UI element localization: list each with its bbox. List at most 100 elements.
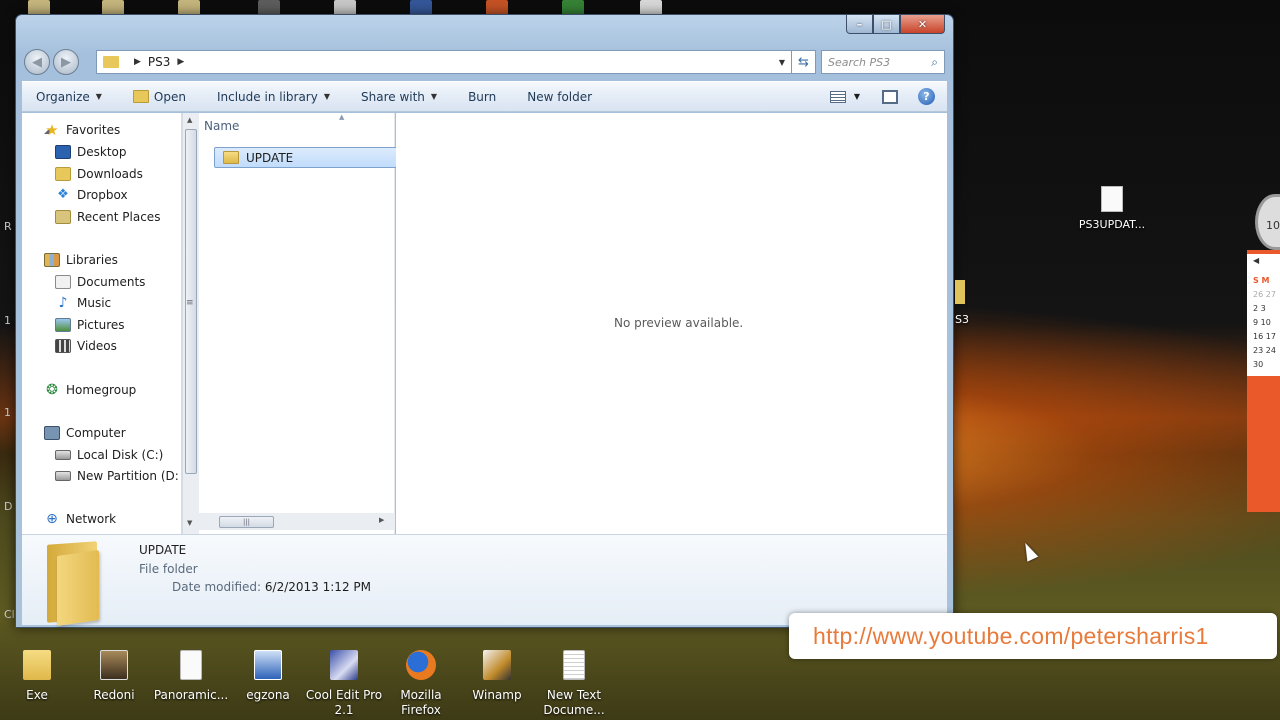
nav-network-label: Network (66, 512, 117, 526)
winamp-icon (483, 650, 511, 680)
nav-item-recent-places[interactable]: Recent Places (55, 210, 160, 224)
maximize-button[interactable]: □ (873, 15, 900, 34)
scroll-up-arrow-icon[interactable]: ▲ (187, 116, 192, 124)
search-placeholder: Search PS3 (828, 55, 891, 69)
desktop-icon-firefox[interactable]: Mozilla Firefox (382, 650, 460, 718)
calendar-row: 23 24 (1253, 346, 1276, 355)
file-row[interactable]: UPDATE (214, 147, 406, 168)
scrollbar-grip-icon: ≡ (186, 298, 194, 308)
large-folder-icon (47, 541, 99, 626)
help-icon[interactable]: ? (918, 88, 935, 105)
address-bar[interactable]: ▶ PS3 ▶ ▼ ⇆ (96, 50, 816, 74)
date-modified-label: Date modified: (172, 580, 262, 594)
scroll-right-arrow-icon[interactable]: ▶ (379, 516, 384, 524)
nav-item-local-disk-c[interactable]: Local Disk (C:) (55, 448, 163, 462)
burn-button[interactable]: Burn (468, 90, 496, 104)
nav-item-label: Pictures (77, 318, 125, 332)
nav-item-documents[interactable]: Documents (55, 275, 145, 289)
clock-gadget[interactable]: 10 (1255, 194, 1280, 250)
nav-favorites[interactable]: ★ Favorites (44, 121, 120, 139)
desktop-icon-egzona[interactable]: egzona (229, 650, 307, 703)
search-input[interactable]: Search PS3 ⌕ (821, 50, 945, 74)
chevron-down-icon: ▼ (430, 92, 438, 101)
nav-item-new-partition-d[interactable]: New Partition (D: (55, 469, 179, 483)
documents-icon (55, 275, 71, 289)
back-button[interactable]: ◀ (24, 49, 50, 75)
nav-item-label: Documents (77, 275, 146, 289)
column-header-name[interactable]: Name (204, 119, 239, 133)
view-options-chevron-icon[interactable]: ▼ (854, 92, 860, 101)
explorer-window[interactable]: – □ ✕ ◀ ▶ ▶ PS3 ▶ ▼ ⇆ Search PS3 ⌕ Organ… (15, 14, 954, 628)
breadcrumb-ps3[interactable]: PS3 (148, 55, 171, 69)
address-history-dropdown-icon[interactable]: ▼ (779, 58, 785, 67)
word-document-icon (254, 650, 282, 680)
navpane-vertical-scrollbar[interactable]: ▲ ≡ ▼ (182, 113, 199, 534)
chevron-down-icon: ▼ (323, 92, 330, 101)
desktop-icon-new-text-document[interactable]: New Text Docume... (535, 650, 613, 718)
nav-computer[interactable]: Computer (44, 426, 126, 440)
navigation-pane[interactable]: ◢ ★ Favorites Desktop Downloads ❖ Dropbox … (22, 113, 182, 534)
desktop-partial-label[interactable]: S3 (955, 313, 969, 326)
refresh-button[interactable]: ⇆ (791, 50, 815, 74)
nav-homegroup-label: Homegroup (66, 383, 137, 397)
desktop-icon-label: Redoni (93, 688, 135, 702)
close-button[interactable]: ✕ (900, 15, 945, 34)
dropbox-icon: ❖ (57, 187, 69, 202)
left-edge-fragment: R (4, 220, 12, 233)
calendar-row: 30 (1253, 360, 1264, 369)
change-view-icon[interactable] (829, 90, 846, 103)
document-icon (1101, 186, 1123, 212)
desktop-icon-panoramic[interactable]: Panoramic... (152, 650, 230, 703)
nav-item-downloads[interactable]: Downloads (55, 167, 143, 181)
scrollbar-thumb[interactable]: ||| (219, 516, 274, 528)
desktop-icon-label: Exe (26, 688, 48, 702)
forward-button[interactable]: ▶ (53, 49, 79, 75)
include-in-library-label: Include in library (216, 89, 318, 104)
nav-network[interactable]: ⊕ Network (44, 512, 116, 526)
calendar-nav-icon[interactable]: ◀ (1253, 256, 1259, 265)
nav-item-videos[interactable]: Videos (55, 339, 117, 353)
desktop-icon-redoni[interactable]: Redoni (75, 650, 153, 703)
nav-libraries[interactable]: Libraries (44, 253, 118, 267)
nav-item-dropbox[interactable]: ❖ Dropbox (55, 187, 127, 203)
nav-item-label: Local Disk (C:) (77, 448, 164, 462)
left-edge-fragment: Cl (4, 608, 15, 621)
new-folder-button[interactable]: New folder (527, 90, 592, 104)
desktop-icon-ps3update[interactable]: PS3UPDAT... (1076, 186, 1148, 231)
nav-item-pictures[interactable]: Pictures (55, 318, 125, 332)
organize-label: Organize (36, 89, 90, 104)
search-icon[interactable]: ⌕ (931, 55, 938, 70)
calendar-gadget[interactable]: ◀ S M 26 27 2 3 9 10 16 17 23 24 30 (1247, 250, 1280, 512)
nav-item-music[interactable]: ♪ Music (55, 296, 112, 310)
include-in-library-button[interactable]: Include in library ▼ (217, 90, 330, 104)
details-item-type: File folder (139, 562, 198, 576)
desktop-icon-label: PS3UPDAT... (1078, 218, 1146, 231)
scroll-down-arrow-icon[interactable]: ▼ (187, 519, 192, 527)
left-edge-fragment: 1 (4, 314, 11, 327)
breadcrumb-separator-icon[interactable]: ▶ (177, 57, 184, 67)
filelist-horizontal-scrollbar[interactable]: ||| ▶ (199, 513, 395, 530)
file-list[interactable]: ▲ Name UPDATE (199, 113, 406, 534)
file-name: UPDATE (246, 150, 294, 165)
hard-disk-icon (55, 450, 71, 460)
star-icon: ★ (45, 121, 59, 139)
nav-homegroup[interactable]: ❂ Homegroup (44, 383, 136, 397)
folder-icon[interactable] (955, 280, 965, 304)
minimize-button[interactable]: – (846, 15, 873, 34)
toolbar-right-group: ▼ ? (829, 88, 935, 105)
desktop-icon-cool-edit-pro[interactable]: Cool Edit Pro 2.1 (305, 650, 383, 718)
nav-item-desktop[interactable]: Desktop (55, 145, 127, 159)
nav-item-label: Desktop (77, 145, 127, 159)
share-with-button[interactable]: Share with ▼ (361, 90, 437, 104)
open-button[interactable]: Open (132, 90, 186, 104)
calendar-row: 26 27 (1253, 290, 1276, 299)
organize-button[interactable]: Organize ▼ (36, 90, 102, 104)
hard-disk-icon (55, 471, 71, 481)
desktop-icon-label: egzona (246, 688, 290, 702)
preview-message: No preview available. (614, 316, 744, 330)
desktop-icon-exe[interactable]: Exe (0, 650, 76, 703)
watermark-url-banner: http://www.youtube.com/petersharris1 (789, 613, 1277, 659)
desktop-icon-winamp[interactable]: Winamp (458, 650, 536, 703)
desktop-icon (55, 145, 71, 159)
preview-pane-toggle-icon[interactable] (882, 89, 898, 104)
